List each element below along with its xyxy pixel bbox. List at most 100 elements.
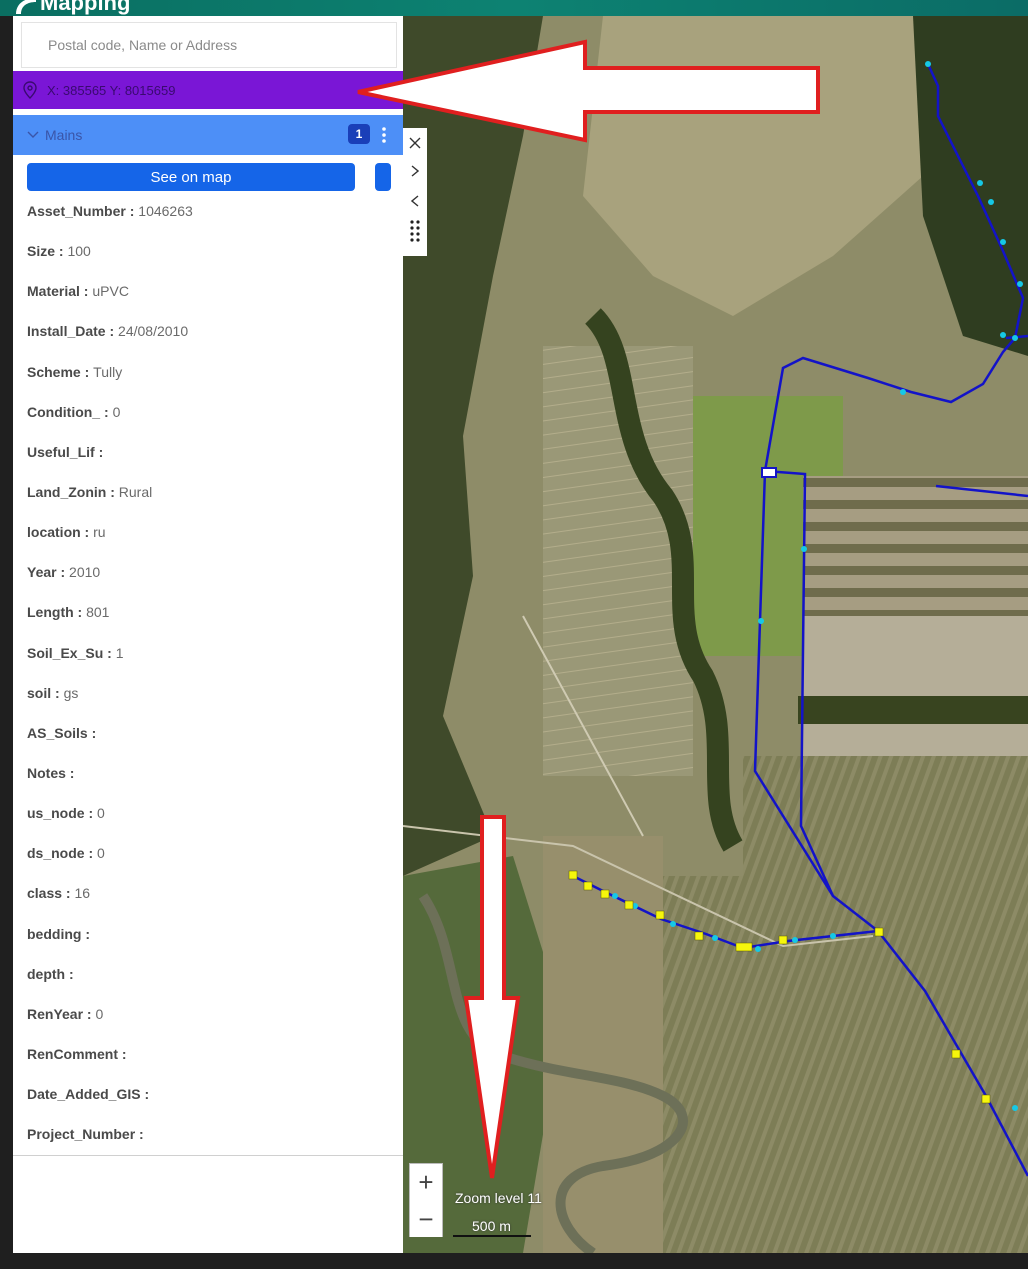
attribute-separator: : — [84, 845, 98, 862]
attribute-row: ds_node : 0 — [27, 843, 387, 883]
search-box[interactable] — [21, 22, 397, 68]
attribute-row: Scheme : Tully — [27, 362, 387, 402]
aerial-imagery — [403, 16, 1028, 1253]
zoom-control: + − — [409, 1163, 443, 1237]
attribute-value: 0 — [97, 805, 105, 822]
attribute-row: AS_Soils : — [27, 723, 387, 763]
search-input[interactable] — [22, 23, 396, 67]
attribute-key: Material — [27, 283, 80, 300]
attribute-key: Condition_ — [27, 403, 101, 420]
attribute-row: Condition_ : 0 — [27, 402, 387, 442]
attribute-row: Soil_Ex_Su : 1 — [27, 643, 387, 683]
attribute-row: RenYear : 0 — [27, 1004, 387, 1044]
attribute-key: Soil_Ex_Su — [27, 644, 104, 661]
attribute-value: ru — [93, 524, 106, 541]
zoom-level-label: Zoom level 11 — [455, 1190, 542, 1206]
location-bar[interactable]: X: 385565 Y: 8015659 — [13, 71, 403, 109]
attribute-value: 16 — [74, 885, 91, 902]
attribute-separator: : — [65, 965, 74, 982]
panel-divider — [13, 1155, 403, 1156]
attribute-separator: : — [73, 604, 87, 621]
attribute-value: gs — [63, 684, 79, 701]
attribute-separator: : — [103, 644, 116, 661]
attribute-row: Size : 100 — [27, 241, 387, 281]
attribute-row: Asset_Number : 1046263 — [27, 201, 387, 241]
attribute-value: 0 — [95, 1005, 104, 1022]
attribute-key: RenComment — [27, 1045, 119, 1062]
attribute-key: Size — [27, 243, 56, 260]
attribute-row: bedding : — [27, 924, 387, 964]
panel-toolbar — [403, 128, 427, 256]
attribute-key: AS_Soils — [27, 724, 88, 741]
attribute-row: Land_Zonin : Rural — [27, 482, 387, 522]
attribute-key: Year — [27, 564, 57, 581]
attribute-separator: : — [135, 1126, 144, 1143]
close-icon[interactable] — [403, 130, 427, 156]
attribute-value: 24/08/2010 — [118, 323, 189, 340]
attribute-separator: : — [80, 363, 94, 380]
attribute-separator: : — [125, 203, 139, 219]
attribute-row: Year : 2010 — [27, 562, 387, 602]
attribute-separator: : — [105, 323, 119, 340]
attribute-row: Project_Number : — [27, 1124, 387, 1164]
attribute-separator: : — [56, 564, 70, 581]
scale-label: 500 m — [472, 1218, 511, 1234]
attribute-row: depth : — [27, 964, 387, 1004]
attribute-value: 100 — [67, 243, 91, 260]
attribute-row: location : ru — [27, 522, 387, 562]
attribute-value: 2010 — [69, 564, 101, 581]
extra-action-button[interactable] — [375, 163, 391, 191]
attribute-key: RenYear — [27, 1005, 84, 1022]
attribute-value: 0 — [112, 403, 121, 420]
zoom-in-button[interactable]: + — [410, 1164, 442, 1200]
layer-section-header[interactable]: Mains 1 — [13, 115, 403, 155]
attribute-value: 1046263 — [138, 203, 193, 219]
attribute-separator: : — [80, 524, 94, 541]
attribute-value: Rural — [118, 483, 153, 500]
app-title: Mapping — [40, 0, 131, 15]
attribute-key: soil — [27, 684, 52, 701]
scale-bar — [453, 1235, 531, 1237]
map-view[interactable] — [403, 16, 1028, 1253]
attribute-key: depth — [27, 965, 66, 982]
selected-feature-marker[interactable] — [761, 467, 777, 478]
attribute-key: class — [27, 885, 63, 902]
attribute-row: Date_Added_GIS : — [27, 1084, 387, 1124]
attribute-separator: : — [83, 1005, 96, 1022]
attribute-separator: : — [94, 443, 104, 460]
attribute-key: Install_Date — [27, 323, 106, 340]
attribute-separator: : — [62, 885, 75, 902]
see-on-map-button[interactable]: See on map — [27, 163, 355, 191]
attribute-row: Notes : — [27, 763, 387, 803]
attribute-key: ds_node — [27, 845, 85, 862]
chevron-left-icon[interactable] — [403, 188, 427, 214]
attribute-value: Tully — [93, 363, 123, 380]
drag-handle-icon[interactable] — [403, 218, 427, 244]
attribute-key: Notes — [27, 764, 66, 781]
attribute-key: Project_Number — [27, 1126, 136, 1143]
attribute-value: uPVC — [92, 283, 129, 300]
layer-section-label: Mains — [45, 127, 83, 143]
app-logo-icon — [16, 0, 36, 14]
more-options-icon[interactable] — [377, 123, 391, 147]
attribute-separator: : — [118, 1045, 127, 1062]
attribute-value: 0 — [97, 845, 105, 862]
attribute-key: Length — [27, 604, 74, 621]
attribute-row: Length : 801 — [27, 602, 387, 642]
attribute-row: Material : uPVC — [27, 281, 387, 321]
feature-info-panel: X: 385565 Y: 8015659 Mains 1 See on map … — [13, 16, 403, 1253]
attribute-value: 801 — [86, 604, 110, 621]
attribute-separator: : — [87, 724, 97, 741]
attribute-separator: : — [79, 283, 93, 300]
attribute-key: us_node — [27, 805, 85, 822]
chevron-down-icon[interactable] — [27, 131, 39, 139]
attribute-separator: : — [100, 403, 113, 420]
attribute-key: bedding — [27, 925, 82, 942]
attribute-key: location — [27, 524, 81, 541]
attribute-row: us_node : 0 — [27, 803, 387, 843]
zoom-out-button[interactable]: − — [410, 1201, 442, 1237]
attribute-separator: : — [65, 764, 75, 781]
attribute-row: Install_Date : 24/08/2010 — [27, 321, 387, 361]
attribute-key: Land_Zonin — [27, 483, 107, 500]
chevron-right-icon[interactable] — [403, 158, 427, 184]
